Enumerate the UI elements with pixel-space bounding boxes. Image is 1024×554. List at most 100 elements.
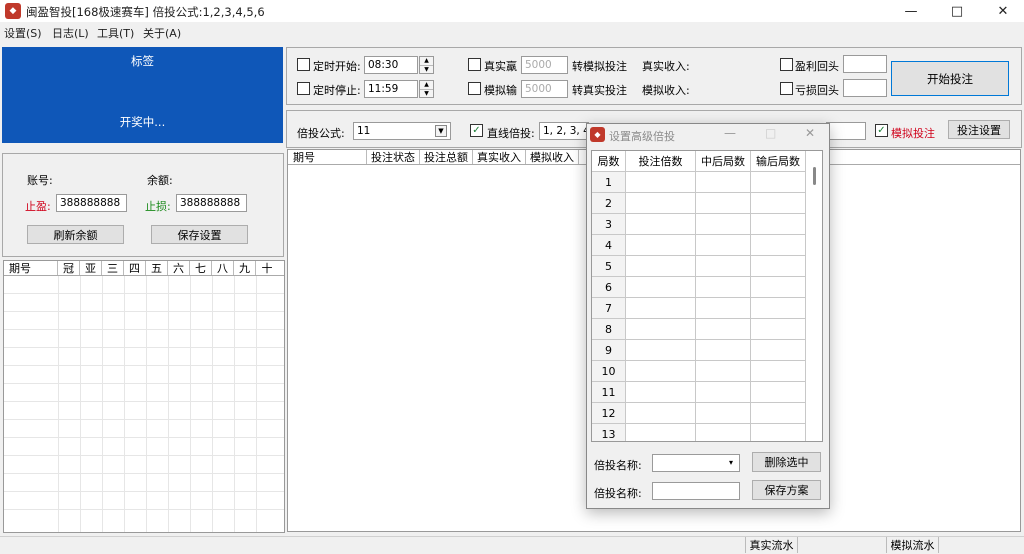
col-multiplier: 投注倍数 [626,151,696,172]
timer-stop-spinner[interactable]: ▲ ▼ [419,80,434,98]
timer-start-spinner[interactable]: ▲ ▼ [419,56,434,74]
menu-about[interactable]: 关于(A) [143,25,181,41]
multiplier-table-header: 局数 投注倍数 中后局数 输后局数 [592,151,806,172]
chevron-down-icon[interactable]: ▾ [725,457,737,469]
formula-select[interactable]: 11 ▼ [353,122,451,140]
menu-tools[interactable]: 工具(T) [97,25,134,41]
formula-value: 11 [357,125,371,137]
table-row[interactable]: 10 [592,361,806,382]
dialog-close-button[interactable]: ✕ [805,126,815,140]
lottery-status-panel: 标签 开奖中... [2,47,283,143]
sim-lose-input[interactable]: 5000 [521,80,568,98]
window-title: 闽盈智投[168极速赛车] 倍投公式:1,2,3,4,5,6 [26,5,265,19]
plan-name-label-1: 倍投名称: [594,459,642,472]
col-10: 十 [261,262,273,275]
linear-bet-checkbox[interactable]: ✓ [470,124,483,137]
sim-lose-checkbox[interactable] [468,82,481,95]
table-row[interactable]: 12 [592,403,806,424]
tag-label: 标签 [131,54,154,68]
col-5: 五 [146,261,168,275]
dialog-maximize-button[interactable]: □ [765,126,776,140]
loss-return-checkbox[interactable] [780,82,793,95]
account-label: 账号: [27,174,53,187]
maximize-button[interactable]: □ [934,0,980,22]
real-income-label: 真实收入: [642,60,690,73]
col-real-income: 真实收入 [473,150,526,164]
advanced-multiplier-dialog: ◆ 设置高级倍投 — □ ✕ 局数 投注倍数 中后局数 输后局数 1 2 3 4… [586,123,830,509]
col-3: 三 [102,261,124,275]
close-button[interactable]: ✕ [980,0,1024,22]
draw-history-gridlines [4,276,284,532]
table-row[interactable]: 1 [592,172,806,193]
bet-settings-button[interactable]: 投注设置 [948,120,1010,139]
col-bet-total: 投注总额 [420,150,473,164]
timer-start-label: 定时开始: [313,60,361,73]
sim-bet-checkbox[interactable]: ✓ [875,124,888,137]
col-7: 七 [190,261,212,275]
loss-return-input[interactable] [843,79,887,97]
profit-return-label: 盈利回头 [795,60,839,73]
profit-return-checkbox[interactable] [780,58,793,71]
stop-profit-input[interactable]: 388888888 [56,194,127,212]
table-row[interactable]: 8 [592,319,806,340]
app-logo-icon: ◆ [590,127,605,142]
spin-down-icon[interactable]: ▼ [420,89,433,97]
scrollbar-thumb[interactable] [813,167,816,185]
plan-name-label-2: 倍投名称: [594,487,642,500]
timer-start-checkbox[interactable] [297,58,310,71]
table-row[interactable]: 9 [592,340,806,361]
delete-selected-button[interactable]: 删除选中 [752,452,821,472]
table-row[interactable]: 11 [592,382,806,403]
real-win-checkbox[interactable] [468,58,481,71]
timer-stop-input[interactable]: 11:59 [364,80,418,98]
spin-up-icon[interactable]: ▲ [420,57,433,65]
multiplier-table: 局数 投注倍数 中后局数 输后局数 1 2 3 4 5 6 7 8 9 10 1… [591,150,823,442]
table-row[interactable]: 4 [592,235,806,256]
table-row[interactable]: 6 [592,277,806,298]
start-betting-button[interactable]: 开始投注 [891,61,1009,96]
col-after-lose: 输后局数 [751,151,806,172]
save-plan-button[interactable]: 保存方案 [752,480,821,500]
table-scrollbar[interactable] [808,151,822,441]
col-9: 九 [234,261,256,275]
col-after-win: 中后局数 [696,151,751,172]
real-flow-label: 真实流水 [745,537,798,553]
sim-flow-label: 模拟流水 [886,537,939,553]
table-row[interactable]: 2 [592,193,806,214]
menu-settings[interactable]: 设置(S) [4,25,42,41]
balance-label: 余额: [147,174,173,187]
col-1: 冠 [58,261,80,275]
loss-return-label: 亏损回头 [795,84,839,97]
spin-down-icon[interactable]: ▼ [420,65,433,73]
plan-name-input[interactable] [652,482,740,500]
draw-history-header: 期号 冠 亚 三 四 五 六 七 八 九 十 [4,261,284,276]
sim-lose-label: 模拟输 [484,84,517,97]
chevron-down-icon[interactable]: ▼ [435,125,447,137]
timer-stop-label: 定时停止: [313,84,361,97]
table-row[interactable]: 7 [592,298,806,319]
col-period: 期号 [288,150,367,164]
linear-bet-label: 直线倍投: [487,127,535,140]
timer-stop-checkbox[interactable] [297,82,310,95]
to-real-label: 转真实投注 [572,84,627,97]
draw-history-grid: 期号 冠 亚 三 四 五 六 七 八 九 十 [3,260,285,533]
linear-bet-input[interactable]: 1, 2, 3, 4, 5 [539,122,589,140]
table-row[interactable]: 5 [592,256,806,277]
col-2: 亚 [80,261,102,275]
minimize-button[interactable]: — [888,0,934,22]
dialog-minimize-button[interactable]: — [724,126,736,140]
col-bet-status: 投注状态 [367,150,420,164]
table-row[interactable]: 3 [592,214,806,235]
timer-start-input[interactable]: 08:30 [364,56,418,74]
spin-up-icon[interactable]: ▲ [420,81,433,89]
refresh-balance-button[interactable]: 刷新余额 [27,225,124,244]
save-settings-button[interactable]: 保存设置 [151,225,248,244]
real-win-input[interactable]: 5000 [521,56,568,74]
stop-loss-input[interactable]: 388888888 [176,194,247,212]
extra-input[interactable] [826,122,866,140]
plan-name-select[interactable]: ▾ [652,454,740,472]
title-bar: ◆ 闽盈智投[168极速赛车] 倍投公式:1,2,3,4,5,6 — □ ✕ [0,0,1024,22]
profit-return-input[interactable] [843,55,887,73]
menu-log[interactable]: 日志(L) [52,25,89,41]
table-row[interactable]: 13 [592,424,806,441]
